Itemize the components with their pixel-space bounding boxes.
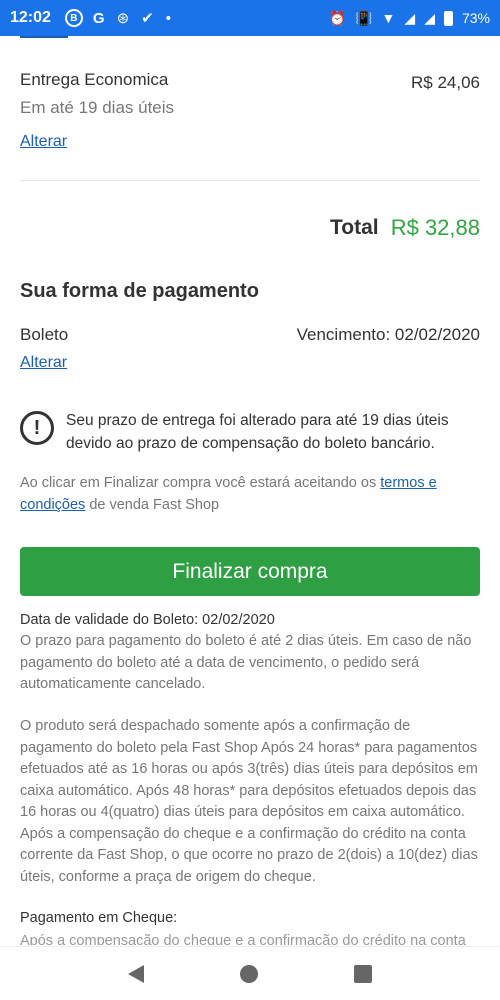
divider bbox=[20, 180, 480, 181]
payment-method: Boleto bbox=[20, 325, 69, 344]
back-icon[interactable] bbox=[128, 964, 144, 983]
boleto-deadline-text: O prazo para pagamento do boleto é até 2… bbox=[20, 633, 472, 692]
change-shipping-link[interactable]: Alterar bbox=[20, 133, 67, 151]
more-notifications-icon: • bbox=[165, 9, 172, 27]
battery-icon bbox=[443, 10, 453, 26]
recent-apps-icon[interactable] bbox=[354, 964, 372, 983]
change-payment-link[interactable]: Alterar bbox=[20, 354, 67, 372]
wifi-icon: ▼ bbox=[381, 10, 396, 26]
shipping-name: Entrega Economica bbox=[20, 70, 169, 89]
android-nav-bar bbox=[0, 946, 500, 1000]
shipping-days: Em até 19 dias úteis bbox=[20, 98, 175, 117]
b-app-icon: B bbox=[64, 9, 83, 27]
scrolled-link-underline bbox=[20, 36, 68, 38]
total-value: R$ 32,88 bbox=[390, 215, 480, 240]
terms-suffix: de venda Fast Shop bbox=[85, 497, 220, 513]
boleto-validity: Data de validade do Boleto: 02/02/2020 bbox=[20, 612, 275, 628]
payment-section-title: Sua forma de pagamento bbox=[20, 280, 259, 302]
status-right-group: ⏰ 📳 ▼ ◢ ◢ 73% bbox=[329, 10, 490, 27]
battery-percent: 73% bbox=[461, 10, 490, 26]
cheque-title: Pagamento em Cheque: bbox=[20, 910, 178, 926]
delivery-warning-text: Seu prazo de entrega foi alterado para a… bbox=[66, 412, 449, 452]
finalize-purchase-button[interactable]: Finalizar compra bbox=[20, 547, 480, 596]
app-notification-icon: ⊛ bbox=[116, 9, 130, 27]
home-icon[interactable] bbox=[240, 964, 258, 983]
signal-icon: ◢ bbox=[404, 9, 416, 26]
terms-prefix: Ao clicar em Finalizar compra você estar… bbox=[20, 475, 381, 491]
google-icon: G bbox=[92, 9, 105, 27]
status-time: 12:02 bbox=[10, 9, 51, 26]
download-done-icon: ✔ bbox=[141, 9, 154, 27]
vibrate-icon: 📳 bbox=[355, 9, 373, 26]
payment-due-date: Vencimento: 02/02/2020 bbox=[296, 325, 480, 344]
exclamation-icon: ! bbox=[20, 411, 54, 445]
total-label: Total bbox=[330, 216, 379, 239]
status-bar: 12:02 B G ⊛ ✔ • ⏰ 📳 ▼ ◢ ◢ 73% bbox=[0, 0, 500, 36]
boleto-dispatch-text: O produto será despachado somente após a… bbox=[20, 718, 478, 885]
shipping-price: R$ 24,06 bbox=[411, 73, 480, 92]
cheque-text: Após a compensação do cheque e a confirm… bbox=[20, 933, 466, 945]
signal-2-icon: ◢ bbox=[424, 9, 435, 26]
terms-notice: Ao clicar em Finalizar compra você estar… bbox=[20, 472, 480, 516]
alarm-icon: ⏰ bbox=[328, 9, 347, 26]
